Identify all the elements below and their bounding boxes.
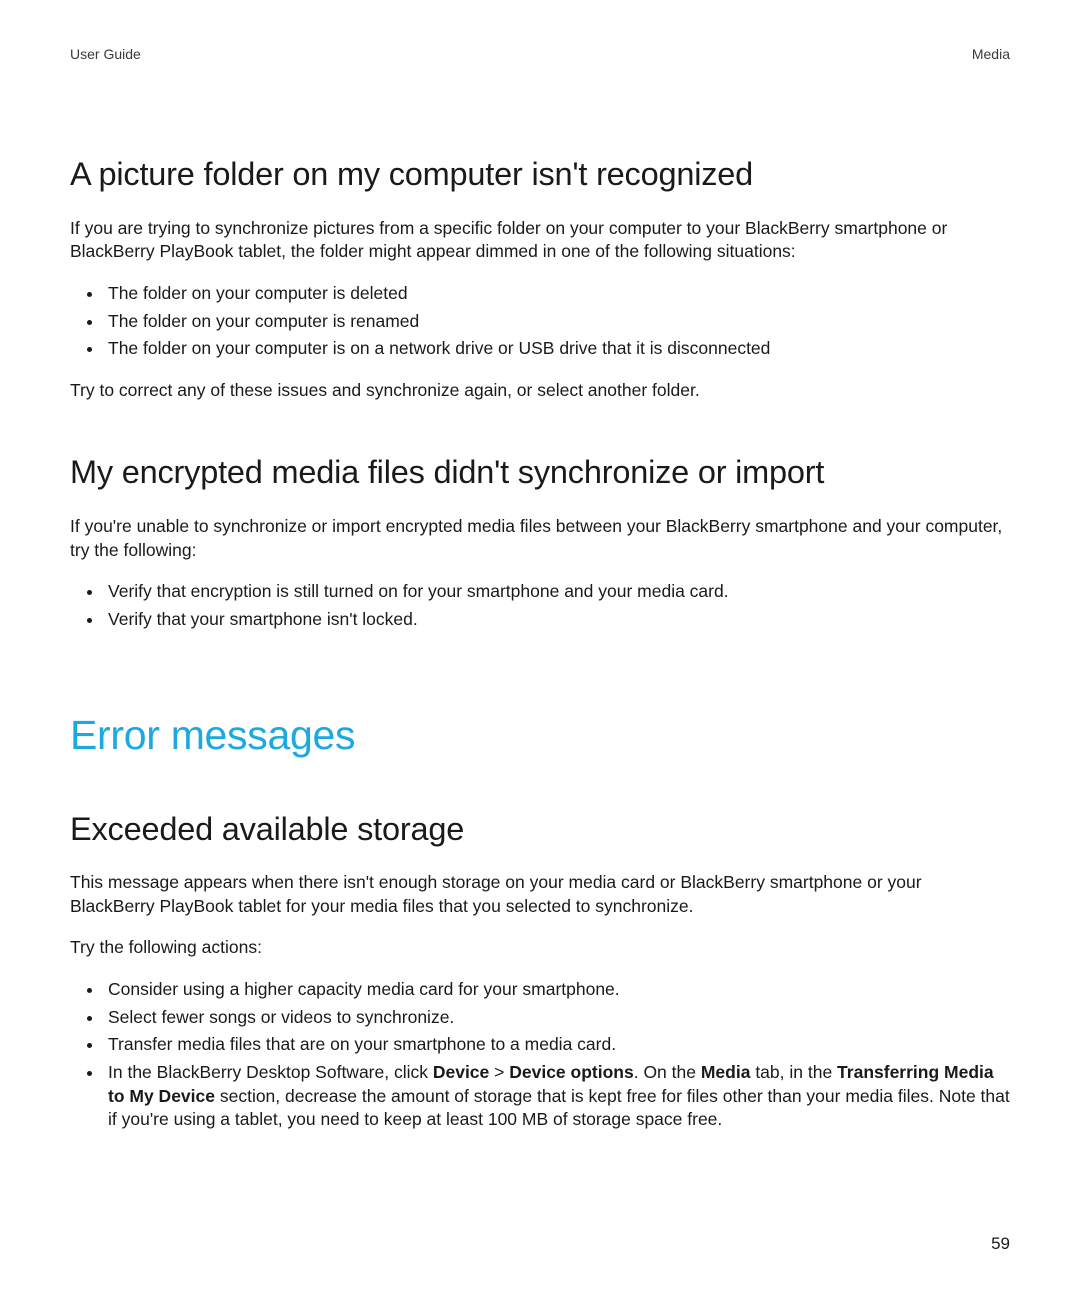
list-item: Verify that encryption is still turned o… xyxy=(104,580,1010,604)
section3-p1: This message appears when there isn't en… xyxy=(70,871,1010,918)
section-encrypted-media: My encrypted media files didn't synchron… xyxy=(70,452,1010,631)
list-item: Verify that your smartphone isn't locked… xyxy=(104,608,1010,632)
list-item: Transfer media files that are on your sm… xyxy=(104,1033,1010,1057)
page-number: 59 xyxy=(991,1234,1010,1254)
bold-text: Device xyxy=(433,1062,489,1082)
page-header: User Guide Media xyxy=(70,46,1010,62)
section1-bullets: The folder on your computer is deleted T… xyxy=(70,282,1010,361)
text: tab, in the xyxy=(750,1062,837,1082)
list-item: The folder on your computer is on a netw… xyxy=(104,337,1010,361)
section2-title: My encrypted media files didn't synchron… xyxy=(70,452,1010,493)
section3-p2: Try the following actions: xyxy=(70,936,1010,960)
header-left: User Guide xyxy=(70,46,141,62)
section-exceeded-storage: Exceeded available storage This message … xyxy=(70,809,1010,1132)
section3-title: Exceeded available storage xyxy=(70,809,1010,850)
section3-bullets: Consider using a higher capacity media c… xyxy=(70,978,1010,1132)
bold-text: Device options xyxy=(509,1062,633,1082)
section2-intro: If you're unable to synchronize or impor… xyxy=(70,515,1010,562)
section-folder-not-recognized: A picture folder on my computer isn't re… xyxy=(70,154,1010,402)
list-item: The folder on your computer is deleted xyxy=(104,282,1010,306)
heading-error-messages: Error messages xyxy=(70,712,1010,759)
section2-bullets: Verify that encryption is still turned o… xyxy=(70,580,1010,631)
page: User Guide Media A picture folder on my … xyxy=(0,0,1080,1296)
list-item: In the BlackBerry Desktop Software, clic… xyxy=(104,1061,1010,1132)
section1-intro: If you are trying to synchronize picture… xyxy=(70,217,1010,264)
header-right: Media xyxy=(972,46,1010,62)
list-item: The folder on your computer is renamed xyxy=(104,310,1010,334)
text: > xyxy=(489,1062,509,1082)
list-item: Consider using a higher capacity media c… xyxy=(104,978,1010,1002)
text: In the BlackBerry Desktop Software, clic… xyxy=(108,1062,433,1082)
section1-title: A picture folder on my computer isn't re… xyxy=(70,154,1010,195)
list-item: Select fewer songs or videos to synchron… xyxy=(104,1006,1010,1030)
text: section, decrease the amount of storage … xyxy=(108,1086,1010,1130)
bold-text: Media xyxy=(701,1062,751,1082)
section1-outro: Try to correct any of these issues and s… xyxy=(70,379,1010,403)
text: . On the xyxy=(634,1062,701,1082)
